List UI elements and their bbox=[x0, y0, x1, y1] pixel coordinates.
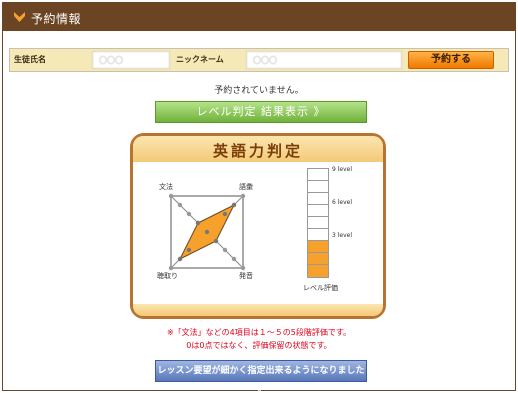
nickname-value: 〇〇〇 bbox=[246, 51, 402, 69]
header-bar: 予約情報 bbox=[3, 3, 515, 31]
level-meter-segment bbox=[308, 252, 328, 253]
radar-label-grammar: 文法 bbox=[159, 183, 173, 191]
level-meter-segment bbox=[308, 192, 328, 193]
student-name-label: 生徒氏名 bbox=[10, 51, 92, 69]
level-meter bbox=[307, 168, 329, 278]
meter-tick-9: 9 level bbox=[332, 166, 352, 173]
radar-label-pronunciation: 発音 bbox=[239, 272, 253, 280]
level-meter-fill bbox=[308, 241, 328, 277]
lesson-request-button[interactable]: レッスン要望が細かく指定出来るようになりました 》 bbox=[155, 360, 367, 393]
meter-tick-6: 6 level bbox=[332, 199, 352, 206]
reservation-status-text: 予約されていません。 bbox=[214, 86, 304, 96]
level-meter-segment bbox=[308, 264, 328, 265]
radar-label-vocabulary: 語彙 bbox=[239, 183, 253, 191]
skill-radar-chart: 文法 語彙 聴取り 発音 bbox=[147, 172, 267, 292]
reservation-frame: 予約情報 生徒氏名 〇〇〇 ニックネーム 〇〇〇 予約する 予約されていません。… bbox=[2, 2, 516, 393]
level-meter-segment bbox=[308, 204, 328, 205]
panel-title: 英語力判定 bbox=[212, 142, 303, 160]
level-meter-segment bbox=[308, 216, 328, 217]
level-meter-segment bbox=[308, 180, 328, 181]
meter-tick-3: 3 level bbox=[332, 232, 352, 239]
level-result-button[interactable]: レベル判定 結果表示 》 bbox=[155, 101, 367, 123]
meter-caption: レベル評価 bbox=[303, 284, 338, 292]
student-name-value: 〇〇〇 bbox=[92, 51, 170, 69]
chevron-down-icon bbox=[14, 12, 25, 22]
level-meter-segment bbox=[308, 240, 328, 241]
reserve-button[interactable]: 予約する bbox=[408, 51, 494, 69]
panel-footer bbox=[133, 304, 383, 316]
panel-header: 英語力判定 bbox=[133, 136, 383, 162]
english-level-panel: 英語力判定 文法 語彙 聴取り 発音 9 level 6 level 3 lev… bbox=[130, 133, 386, 319]
page-title: 予約情報 bbox=[31, 12, 82, 26]
rating-note-line2: 0は0点ではなく、評価保留の状態です。 bbox=[186, 341, 332, 350]
rating-note-line1: ※「文法」などの4項目は１〜５の5段階評価です。 bbox=[166, 328, 352, 337]
level-meter-segment bbox=[308, 228, 328, 229]
radar-label-listening: 聴取り bbox=[157, 272, 178, 280]
nickname-label: ニックネーム bbox=[172, 51, 246, 69]
